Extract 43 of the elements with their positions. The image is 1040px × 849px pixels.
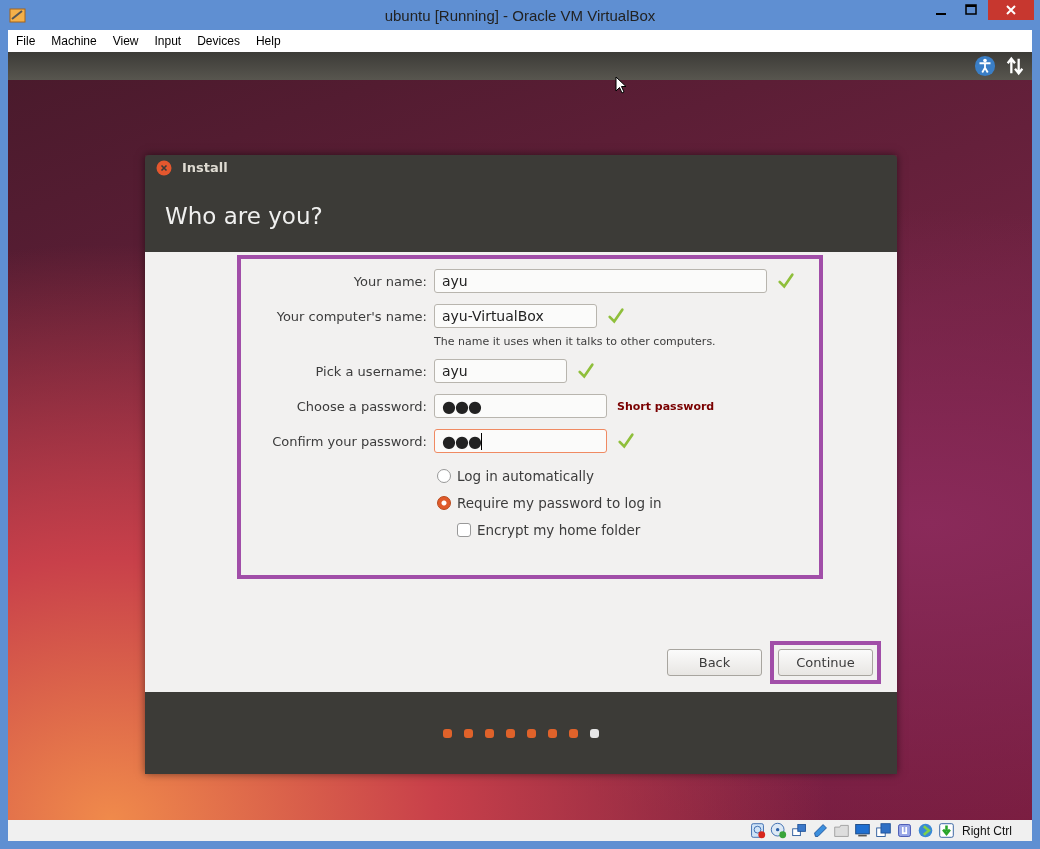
text-field[interactable]: ayu-VirtualBox [434, 304, 597, 328]
app-icon [9, 6, 27, 24]
download-arrow-icon[interactable] [938, 822, 955, 839]
windows-icon[interactable] [875, 822, 892, 839]
close-icon[interactable] [988, 0, 1034, 20]
checkbox[interactable] [457, 523, 471, 537]
option-label: Log in automatically [457, 468, 595, 484]
close-icon[interactable] [156, 159, 172, 176]
menu-item[interactable]: View [104, 34, 147, 48]
menu-item[interactable]: Help [247, 34, 289, 48]
field-label: Your computer's name: [275, 308, 427, 324]
page-heading: Who are you? [165, 203, 323, 229]
host-key-label: Right Ctrl [962, 823, 1012, 838]
menu-item[interactable]: File [8, 34, 44, 48]
chip-icon[interactable] [896, 822, 913, 839]
password-field[interactable]: ●●● [434, 429, 607, 453]
error-message: Short password [617, 399, 715, 413]
field-label: Confirm your password: [271, 433, 427, 449]
network-arrows-icon[interactable] [1004, 55, 1026, 77]
text-field[interactable]: ayu [434, 359, 567, 383]
back-button[interactable]: Back [667, 649, 762, 676]
monitor-icon[interactable] [854, 822, 871, 839]
menu-item[interactable]: Devices [189, 34, 248, 48]
optical-disc-icon[interactable] [770, 822, 787, 839]
field-label: Choose a password: [295, 398, 427, 414]
accessibility-icon[interactable] [974, 55, 996, 77]
password-field[interactable]: ●●● [434, 394, 607, 418]
window-title: ubuntu [Running] - Oracle VM VirtualBox [383, 7, 657, 24]
menu-item[interactable]: Input [146, 34, 190, 48]
radio-button[interactable] [437, 496, 451, 510]
dialog-title: Install [182, 160, 228, 175]
usb-icon[interactable] [812, 822, 829, 839]
continue-button[interactable]: Continue [778, 649, 873, 676]
hint-text: The name it uses when it talks to other computers. [434, 335, 717, 348]
menu-item[interactable]: Machine [43, 34, 105, 48]
option-label: Require my password to log in [457, 495, 662, 511]
mouse-pointer-icon [615, 76, 627, 94]
field-label: Pick a username: [314, 363, 427, 379]
field-label: Your name: [352, 273, 427, 289]
network-icon[interactable] [791, 822, 808, 839]
radio-button[interactable] [437, 469, 451, 483]
option-label: Encrypt my home folder [477, 522, 641, 538]
text-field[interactable]: ayu [434, 269, 767, 293]
